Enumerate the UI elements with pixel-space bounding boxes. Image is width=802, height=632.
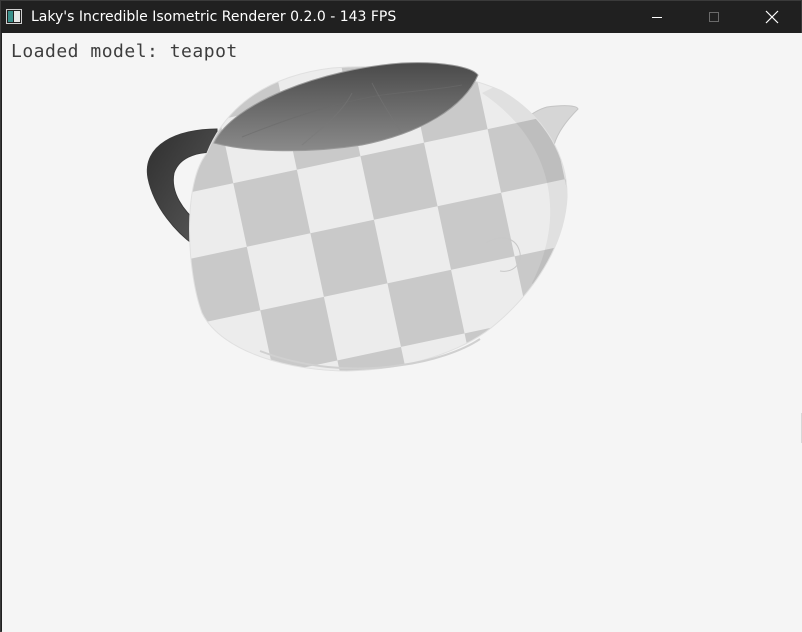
status-text: Loaded model: teapot: [11, 41, 238, 62]
teapot-model: [146, 62, 579, 372]
title-bar[interactable]: Laky's Incredible Isometric Renderer 0.2…: [1, 1, 801, 33]
minimize-icon: [652, 17, 662, 18]
maximize-icon: [709, 12, 719, 22]
close-icon: [765, 10, 779, 24]
window-title: Laky's Incredible Isometric Renderer 0.2…: [31, 9, 397, 25]
close-button[interactable]: [743, 1, 801, 33]
maximize-button[interactable]: [685, 1, 743, 33]
render-viewport[interactable]: Loaded model: teapot: [2, 33, 802, 632]
minimize-button[interactable]: [628, 1, 686, 33]
app-window-icon: [6, 9, 22, 24]
app-window: Laky's Incredible Isometric Renderer 0.2…: [0, 0, 802, 632]
